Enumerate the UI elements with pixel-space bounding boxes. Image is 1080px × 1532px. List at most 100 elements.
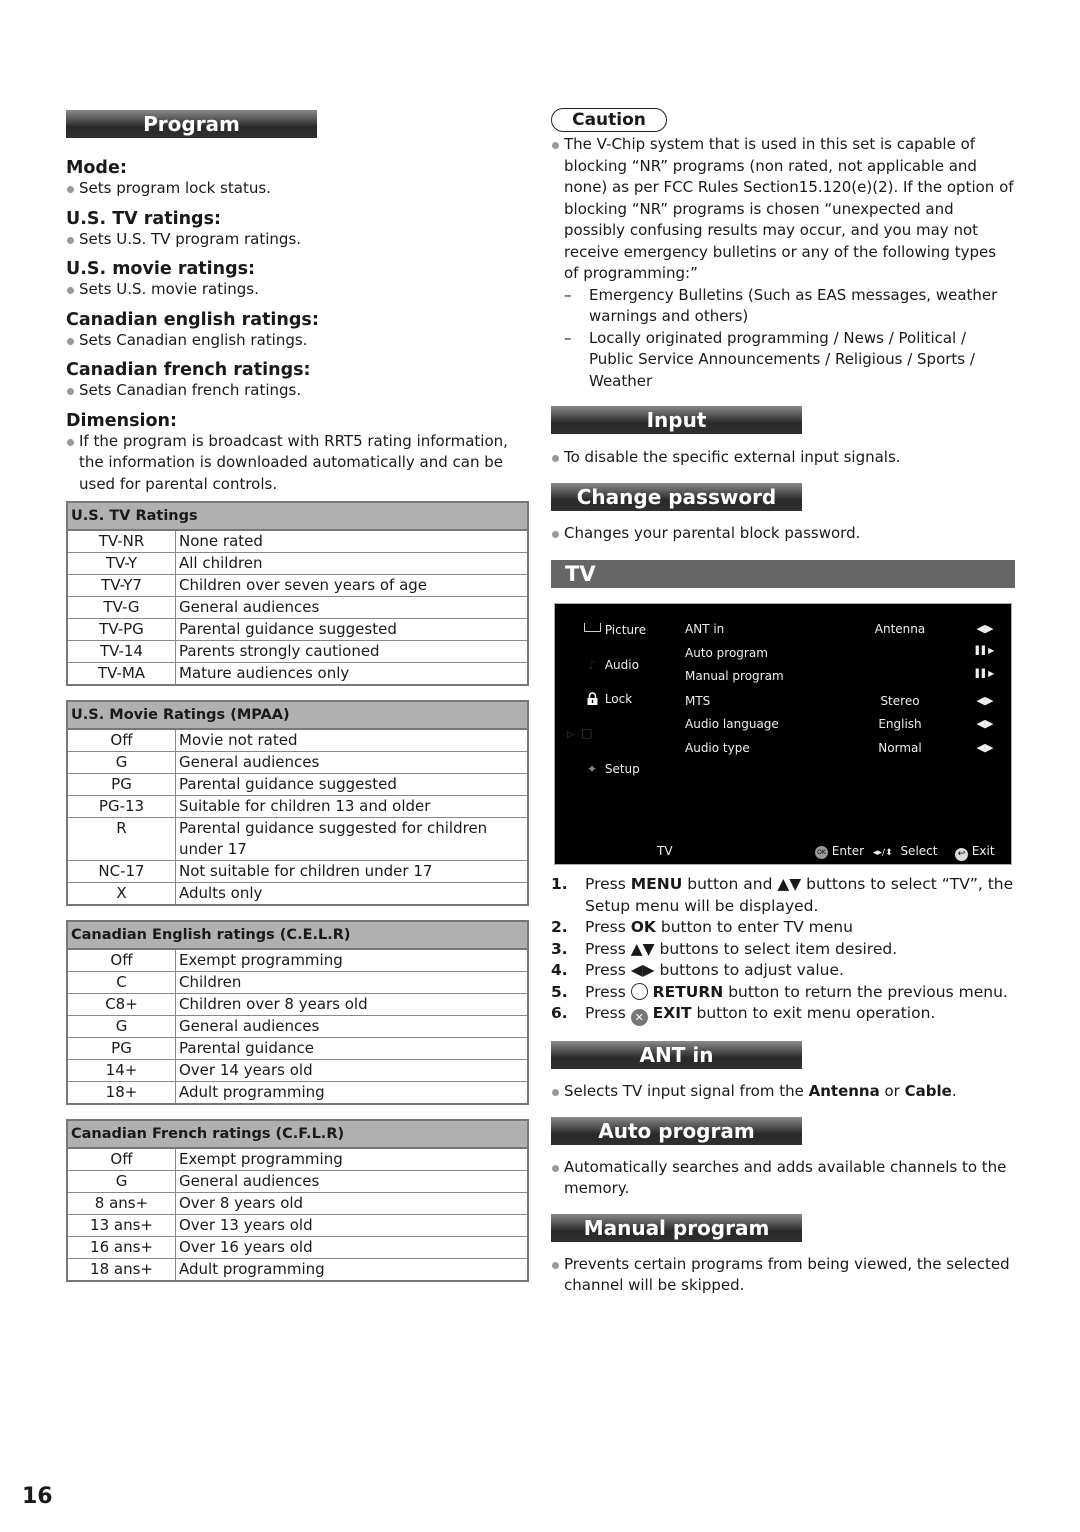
rating-description: Over 14 years old [175,1059,528,1082]
return-icon: ↩ [955,848,968,861]
navigate-arrows-icon: ◂▸/⬍ [873,848,893,858]
table-row: TV-14 Parents strongly cautioned [67,640,528,663]
rating-code: PG-13 [67,795,176,818]
tv-menu-row-ant-in[interactable]: ANT in Antenna ◀▶ [685,622,997,640]
left-right-arrows-icon: ◀▶ [976,622,994,635]
step-item: 6. Press ✕ EXIT button to exit menu opera… [551,1004,936,1026]
enter-arrow-icon: ▌▌▶ [975,669,995,678]
ant-in-section-title: ANT in [551,1041,802,1069]
right-column: Caution The V-Chip system that is used i… [551,108,1015,1297]
left-right-arrows-icon: ◀▶ [976,717,994,730]
dash-icon: – [564,328,572,347]
tv-section-title: TV [551,560,1015,588]
exit-button-icon: ✕ [630,1009,648,1026]
rating-code: 8 ans+ [67,1192,176,1215]
step-item: 5. Press RETURN button to return the prev… [551,982,1008,1001]
rating-description: Parents strongly cautioned [175,640,528,663]
rating-code: Off [67,1147,176,1171]
rating-description: Suitable for children 13 and older [175,795,528,818]
sidebar-item-lock[interactable]: Lock [583,692,632,710]
tv-menu-row-auto-program[interactable]: Auto program ▌▌▶ [685,646,997,664]
sidebar-item-tv[interactable]: ▷ □ [567,726,596,744]
tv-menu-footer: TV OK Enter ◂▸/⬍ Select ↩ Exit [555,844,1011,861]
input-section-title: Input [551,406,802,434]
tv-menu-row-mts[interactable]: MTS Stereo ◀▶ [685,694,997,712]
rating-code: 18 ans+ [67,1258,176,1281]
selected-arrow-icon: ▷ [567,730,574,740]
dimension-item: Dimension: If the program is broadcast w… [66,411,529,496]
ratings-tables: U.S. TV Ratings TV-NR None rated TV-Y All ch… [66,501,529,1282]
ok-button-icon: OK [815,846,828,859]
table-row: TV-NR None rated [67,529,528,553]
table-row: R Parental guidance suggested for childre… [67,817,528,861]
rating-description: Exempt programming [175,1147,528,1171]
rating-description: General audiences [175,751,528,774]
mode-text: Sets program lock status. [66,178,529,200]
rating-description: Not suitable for children under 17 [175,860,528,883]
tv-menu-screen: Picture ♪ Audio Lock ▷ □ ✦ Setup ANT in … [554,603,1012,865]
rating-description: Parental guidance [175,1037,528,1060]
rating-description: Adults only [175,882,528,905]
rating-description: Adult programming [175,1258,528,1281]
rating-code: NC-17 [67,860,176,883]
table-row: PG Parental guidance [67,1037,528,1060]
canadian-english-ratings-table: Canadian English ratings (C.E.L.R) Off Exe… [66,920,529,1105]
rating-code: TV-MA [67,662,176,685]
ant-in-text: Selects TV input signal from the Antenna… [551,1081,1015,1103]
rating-code: G [67,751,176,774]
rating-description: Parental guidance suggested [175,618,528,641]
auto-program-section-title: Auto program [551,1116,802,1145]
us-tv-ratings-table: U.S. TV Ratings TV-NR None rated TV-Y All ch… [66,501,529,686]
us-tv-ratings-text: Sets U.S. TV program ratings. [66,229,529,251]
table-row: 16 ans+ Over 16 years old [67,1236,528,1259]
tv-menu-row-audio-type[interactable]: Audio type Normal ◀▶ [685,741,997,759]
rating-code: G [67,1170,176,1193]
sidebar-item-picture[interactable]: Picture [583,623,646,641]
rating-description: All children [175,552,528,575]
rating-code: G [67,1015,176,1038]
table-row: TV-G General audiences [67,596,528,619]
left-right-arrows-icon: ◀▶ [976,694,994,707]
rating-code: 14+ [67,1059,176,1082]
sidebar-item-setup[interactable]: ✦ Setup [583,762,640,780]
rating-code: 18+ [67,1081,176,1104]
table-row: C Children [67,971,528,994]
dimension-heading: Dimension: [66,410,177,431]
table-row: X Adults only [67,882,528,905]
program-section-title: Program [66,110,317,138]
canadian-french-ratings-heading: Canadian french ratings: [66,360,311,380]
rating-description: Movie not rated [175,728,528,752]
tv-menu-row-audio-language[interactable]: Audio language English ◀▶ [685,717,997,735]
table-row: TV-PG Parental guidance suggested [67,618,528,641]
table-row: 18+ Adult programming [67,1081,528,1104]
rating-code: TV-G [67,596,176,619]
sidebar-item-audio[interactable]: ♪ Audio [583,658,639,676]
rating-description: Adult programming [175,1081,528,1104]
table-row: 8 ans+ Over 8 years old [67,1192,528,1215]
us-tv-ratings-item: U.S. TV ratings: Sets U.S. TV program ra… [66,209,529,251]
rating-code: Off [67,948,176,972]
us-tv-ratings-heading: U.S. TV ratings: [66,208,221,229]
rating-description: Over 16 years old [175,1236,528,1259]
rating-code: PG [67,1037,176,1060]
table-title: Canadian French ratings (C.F.L.R) [67,1120,528,1149]
us-movie-ratings-heading: U.S. movie ratings: [66,259,256,279]
rating-description: Parental guidance suggested for children… [175,817,528,861]
table-title: U.S. TV Ratings [67,502,528,531]
manual-program-text: Prevents certain programs from being vie… [551,1254,1015,1297]
rating-description: General audiences [175,596,528,619]
rating-code: 16 ans+ [67,1236,176,1259]
table-row: G General audiences [67,1170,528,1193]
us-movie-ratings-text: Sets U.S. movie ratings. [66,279,529,301]
auto-program-text: Automatically searches and adds availabl… [551,1157,1015,1200]
rating-code: 13 ans+ [67,1214,176,1237]
rating-description: Parental guidance suggested [175,773,528,796]
rating-description: Exempt programming [175,948,528,972]
tv-menu-row-manual-program[interactable]: Manual program ▌▌▶ [685,669,997,687]
rating-code: PG [67,773,176,796]
step-item: 2. Press OK button to enter TV menu [551,918,853,936]
rating-description: Over 13 years old [175,1214,528,1237]
rating-code: TV-NR [67,529,176,553]
table-row: TV-Y7 Children over seven years of age [67,574,528,597]
table-row: G General audiences [67,1015,528,1038]
